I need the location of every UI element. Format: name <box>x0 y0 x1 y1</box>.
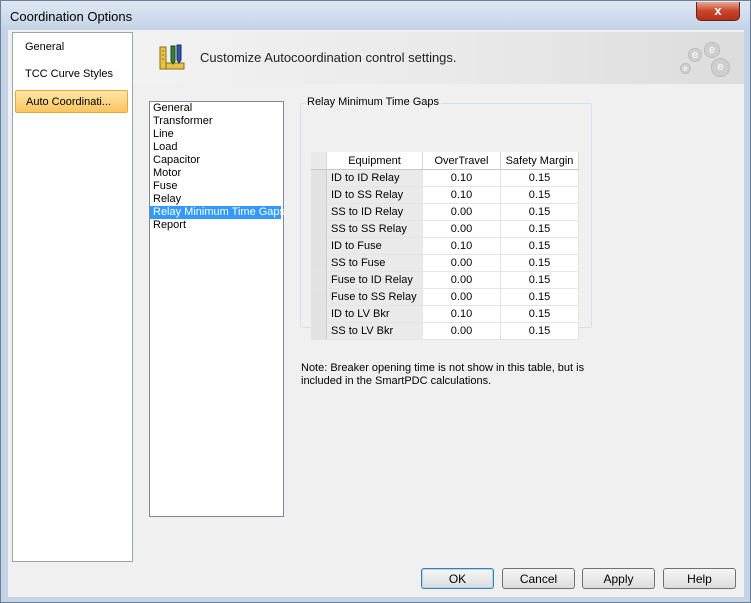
table-row: SS to SS Relay 0.00 0.15 <box>311 220 579 238</box>
table-row: Fuse to SS Relay 0.00 0.15 <box>311 288 579 306</box>
overtravel-cell[interactable]: 0.10 <box>422 237 501 255</box>
safety-margin-cell[interactable]: 0.15 <box>500 220 579 238</box>
equipment-cell: ID to ID Relay <box>326 169 423 187</box>
category-item-fuse[interactable]: Fuse <box>150 180 283 193</box>
category-item-relay[interactable]: Relay <box>150 193 283 206</box>
nav-item-general[interactable]: General <box>15 36 128 59</box>
category-item-transformer[interactable]: Transformer <box>150 115 283 128</box>
column-header-overtravel: OverTravel <box>422 152 501 170</box>
category-item-motor[interactable]: Motor <box>150 167 283 180</box>
ruler-pencil-icon <box>159 44 185 70</box>
column-header-equipment: Equipment <box>326 152 423 170</box>
row-header <box>311 237 327 255</box>
safety-margin-cell[interactable]: 0.15 <box>500 186 579 204</box>
row-header <box>311 203 327 221</box>
dialog-client-area: General TCC Curve Styles Auto Coordinati… <box>8 30 744 597</box>
overtravel-cell[interactable]: 0.10 <box>422 169 501 187</box>
category-item-capacitor[interactable]: Capacitor <box>150 154 283 167</box>
close-button[interactable]: x <box>696 2 740 21</box>
equipment-cell: SS to ID Relay <box>326 203 423 221</box>
row-header <box>311 322 327 340</box>
column-header-safety-margin: Safety Margin <box>500 152 579 170</box>
time-gaps-table: Equipment OverTravel Safety Margin ID to… <box>311 152 579 340</box>
header-description: Customize Autocoordination control setti… <box>200 50 457 65</box>
equipment-cell: SS to LV Bkr <box>326 322 423 340</box>
equipment-cell: ID to Fuse <box>326 237 423 255</box>
nav-item-auto-coordination[interactable]: Auto Coordinati... <box>15 90 128 113</box>
row-header <box>311 254 327 272</box>
safety-margin-cell[interactable]: 0.15 <box>500 305 579 323</box>
decor-circle-icon: e <box>704 42 720 58</box>
overtravel-cell[interactable]: 0.10 <box>422 305 501 323</box>
category-item-report[interactable]: Report <box>150 219 283 232</box>
help-button[interactable]: Help <box>663 568 736 589</box>
row-header <box>311 305 327 323</box>
table-row: ID to LV Bkr 0.10 0.15 <box>311 305 579 323</box>
ok-button[interactable]: OK <box>421 568 494 589</box>
table-row: ID to Fuse 0.10 0.15 <box>311 237 579 255</box>
page-header: Customize Autocoordination control setti… <box>133 32 744 84</box>
overtravel-cell[interactable]: 0.00 <box>422 288 501 306</box>
table-row: SS to Fuse 0.00 0.15 <box>311 254 579 272</box>
category-list[interactable]: General Transformer Line Load Capacitor … <box>149 101 285 517</box>
table-row: SS to LV Bkr 0.00 0.15 <box>311 322 579 340</box>
safety-margin-cell[interactable]: 0.15 <box>500 203 579 221</box>
row-header <box>311 220 327 238</box>
category-item-load[interactable]: Load <box>150 141 283 154</box>
safety-margin-cell[interactable]: 0.15 <box>500 237 579 255</box>
category-item-relay-minimum-time-gaps[interactable]: Relay Minimum Time Gaps <box>150 206 285 219</box>
settings-content: General Transformer Line Load Capacitor … <box>133 84 744 560</box>
coordination-options-window: Coordination Options x General TCC Curve… <box>0 0 751 603</box>
table-header-row: Equipment OverTravel Safety Margin <box>311 152 579 170</box>
options-nav: General TCC Curve Styles Auto Coordinati… <box>12 32 133 562</box>
category-item-general[interactable]: General <box>150 102 283 115</box>
table-row: ID to SS Relay 0.10 0.15 <box>311 186 579 204</box>
group-title: Relay Minimum Time Gaps <box>305 96 442 108</box>
table-row: SS to ID Relay 0.00 0.15 <box>311 203 579 221</box>
overtravel-cell[interactable]: 0.00 <box>422 203 501 221</box>
overtravel-cell[interactable]: 0.10 <box>422 186 501 204</box>
safety-margin-cell[interactable]: 0.15 <box>500 288 579 306</box>
equipment-cell: ID to LV Bkr <box>326 305 423 323</box>
equipment-cell: SS to SS Relay <box>326 220 423 238</box>
window-title: Coordination Options <box>10 9 133 24</box>
safety-margin-cell[interactable]: 0.15 <box>500 169 579 187</box>
equipment-cell: SS to Fuse <box>326 254 423 272</box>
safety-margin-cell[interactable]: 0.15 <box>500 271 579 289</box>
cancel-button[interactable]: Cancel <box>502 568 575 589</box>
category-item-line[interactable]: Line <box>150 128 283 141</box>
close-icon: x <box>714 3 722 18</box>
row-header-corner <box>311 152 327 170</box>
row-header <box>311 288 327 306</box>
safety-margin-cell[interactable]: 0.15 <box>500 322 579 340</box>
nav-item-tcc-curve-styles[interactable]: TCC Curve Styles <box>15 63 128 86</box>
decor-circle-icon: e <box>711 58 730 77</box>
row-header <box>311 186 327 204</box>
equipment-cell: Fuse to ID Relay <box>326 271 423 289</box>
breaker-note: Note: Breaker opening time is not show i… <box>301 362 585 387</box>
overtravel-cell[interactable]: 0.00 <box>422 254 501 272</box>
apply-button[interactable]: Apply <box>582 568 655 589</box>
table-row: Fuse to ID Relay 0.00 0.15 <box>311 271 579 289</box>
decor-circle-icon: e <box>688 48 702 62</box>
table-row: ID to ID Relay 0.10 0.15 <box>311 169 579 187</box>
equipment-cell: ID to SS Relay <box>326 186 423 204</box>
decor-circle-icon: e <box>680 63 691 74</box>
equipment-cell: Fuse to SS Relay <box>326 288 423 306</box>
overtravel-cell[interactable]: 0.00 <box>422 322 501 340</box>
overtravel-cell[interactable]: 0.00 <box>422 271 501 289</box>
row-header <box>311 271 327 289</box>
title-bar[interactable]: Coordination Options x <box>1 1 750 31</box>
safety-margin-cell[interactable]: 0.15 <box>500 254 579 272</box>
row-header <box>311 169 327 187</box>
overtravel-cell[interactable]: 0.00 <box>422 220 501 238</box>
